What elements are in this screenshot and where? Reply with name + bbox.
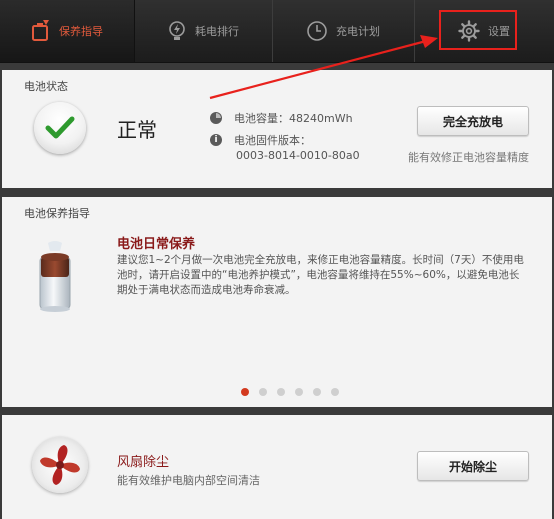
info-icon: i: [210, 134, 222, 146]
firmware-info: i 电池固件版本：: [210, 132, 311, 148]
pager-dot[interactable]: [295, 388, 303, 396]
start-dust-cleaning-button[interactable]: 开始除尘: [417, 451, 529, 481]
tab-power-ranking[interactable]: 耗电排行: [134, 0, 273, 62]
firmware-label: 电池固件版本：: [234, 134, 311, 147]
full-charge-hint: 能有效修正电池容量精度: [408, 151, 529, 164]
section-title: 电池状态: [24, 80, 68, 93]
capacity-label: 电池容量：48240mWh: [234, 112, 353, 125]
tab-label: 保养指导: [59, 25, 103, 38]
fan-cleaning-panel: 风扇除尘 能有效维护电脑内部空间清洁 开始除尘: [2, 415, 552, 519]
clock-icon: [306, 20, 328, 42]
capacity-info: 电池容量：48240mWh: [210, 110, 353, 126]
battery-state-text: 正常: [117, 118, 157, 142]
carousel-pager: [241, 388, 349, 396]
checkmark-icon: [34, 102, 86, 154]
battery-guide-panel: 电池保养指导 电池日常保养 建议您1~2个月做一次电池完全充放电，来修正电池容量…: [2, 197, 552, 407]
fan-title: 风扇除尘: [117, 455, 170, 470]
section-title: 电池保养指导: [24, 207, 90, 220]
battery-status-panel: 电池状态 正常 电池容量：48240mWh i 电池固件版本： 0003-801…: [2, 70, 552, 188]
tab-charge-plan[interactable]: 充电计划: [272, 0, 415, 62]
firmware-version-value: 0003-8014-0010-80a0: [236, 149, 360, 162]
tab-label: 耗电排行: [195, 25, 239, 38]
bulb-icon: [167, 20, 187, 42]
pie-chart-icon: [210, 112, 222, 124]
pager-dot[interactable]: [331, 388, 339, 396]
pager-dot[interactable]: [277, 388, 285, 396]
pager-dot[interactable]: [313, 388, 321, 396]
guide-title: 电池日常保养: [117, 237, 196, 252]
fan-icon: [32, 437, 88, 493]
pager-dot[interactable]: [241, 388, 249, 396]
tab-label: 充电计划: [336, 25, 380, 38]
full-charge-discharge-button[interactable]: 完全充放电: [417, 106, 529, 136]
battery-care-icon: [31, 20, 51, 42]
tab-maintenance-guide[interactable]: 保养指导: [0, 0, 135, 62]
fan-description: 能有效维护电脑内部空间清洁: [117, 474, 260, 487]
guide-body-text: 建议您1~2个月做一次电池完全充放电，来修正电池容量精度。长时间（7天）不使用电…: [117, 254, 524, 296]
top-tab-bar: 保养指导 耗电排行 充电计划 设置: [0, 0, 554, 63]
settings-highlight-box: [439, 10, 517, 50]
battery-illustration: [30, 239, 80, 313]
pager-dot[interactable]: [259, 388, 267, 396]
